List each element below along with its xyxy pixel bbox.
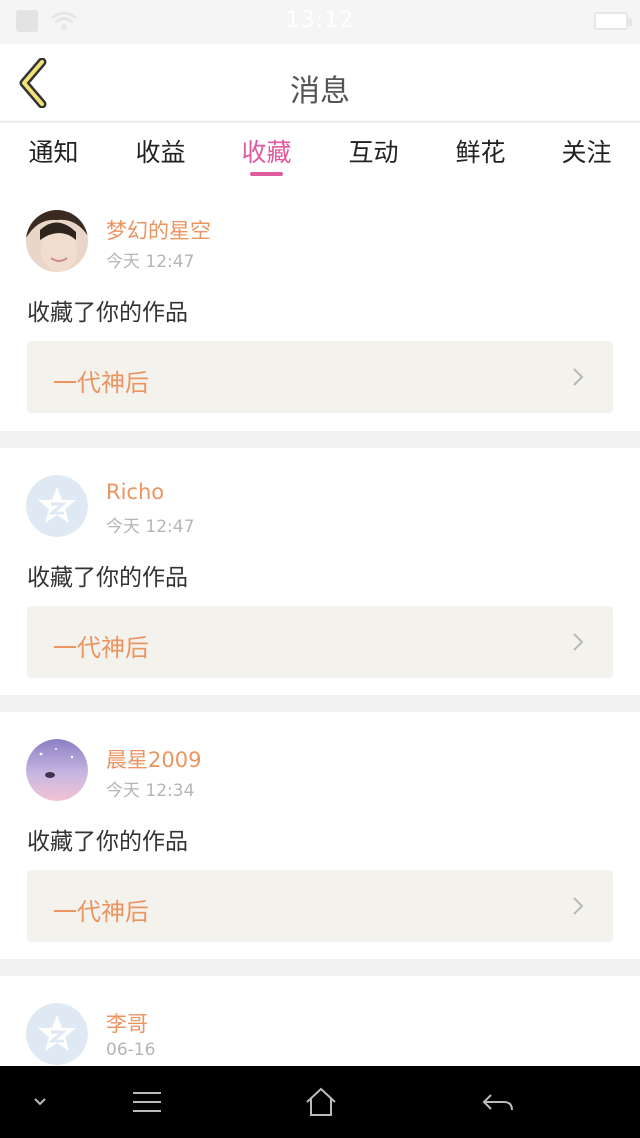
user-name[interactable]: 梦幻的星空	[106, 215, 211, 245]
timestamp: 今天 12:34	[106, 781, 195, 801]
tab-flowers[interactable]: 鲜花	[427, 123, 534, 183]
tab-label: 收藏	[241, 138, 292, 167]
battery-icon	[594, 12, 632, 30]
avatar[interactable]	[26, 475, 88, 537]
timestamp: 06-16	[106, 1040, 156, 1060]
action-text: 收藏了你的作品	[27, 565, 188, 591]
default-avatar-icon	[26, 1003, 88, 1065]
home-icon[interactable]	[301, 1084, 341, 1120]
message-card: 晨星2009 今天 12:34 收藏了你的作品 一代神后	[0, 712, 640, 959]
status-bar: 13:12	[0, 0, 640, 44]
tab-bar: 通知 收益 收藏 互动 鲜花 关注	[0, 123, 640, 183]
tab-label: 鲜花	[455, 138, 506, 167]
timestamp: 今天 12:47	[106, 517, 195, 537]
tab-label: 关注	[561, 138, 612, 167]
system-nav-bar	[0, 1066, 640, 1138]
message-card: Richo 今天 12:47 收藏了你的作品 一代神后	[0, 448, 640, 695]
chevron-down-icon[interactable]	[22, 1084, 62, 1120]
message-card: 梦幻的星空 今天 12:47 收藏了你的作品 一代神后	[0, 183, 640, 431]
work-title: 一代神后	[53, 634, 149, 662]
work-link[interactable]: 一代神后	[27, 870, 613, 942]
tab-earnings[interactable]: 收益	[107, 123, 214, 183]
chevron-right-icon	[573, 897, 584, 915]
message-card: 李哥 06-16	[0, 976, 640, 1076]
page-title: 消息	[290, 74, 350, 109]
chevron-right-icon	[573, 633, 584, 651]
active-tab-indicator	[250, 172, 283, 176]
avatar[interactable]	[26, 739, 88, 801]
avatar[interactable]	[26, 1003, 88, 1065]
work-title: 一代神后	[53, 369, 149, 397]
user-name[interactable]: 李哥	[106, 1008, 148, 1038]
menu-icon[interactable]	[127, 1084, 167, 1120]
tab-follow[interactable]: 关注	[533, 123, 640, 183]
work-link[interactable]: 一代神后	[27, 341, 613, 413]
timestamp: 今天 12:47	[106, 252, 195, 272]
tab-label: 收益	[135, 138, 186, 167]
action-text: 收藏了你的作品	[27, 300, 188, 326]
work-title: 一代神后	[53, 898, 149, 926]
user-name[interactable]: Richo	[106, 480, 164, 504]
avatar[interactable]	[26, 210, 88, 272]
status-time: 13:12	[285, 8, 355, 33]
default-avatar-icon	[26, 475, 88, 537]
chevron-right-icon	[573, 368, 584, 386]
header: 消息	[0, 44, 640, 122]
back-arrow-icon[interactable]	[478, 1084, 518, 1120]
tab-notifications[interactable]: 通知	[0, 123, 107, 183]
work-link[interactable]: 一代神后	[27, 606, 613, 678]
tab-interactions[interactable]: 互动	[320, 123, 427, 183]
tab-label: 互动	[348, 138, 399, 167]
tab-label: 通知	[28, 138, 79, 167]
tab-favorites[interactable]: 收藏	[213, 123, 320, 183]
user-name[interactable]: 晨星2009	[106, 744, 201, 774]
action-text: 收藏了你的作品	[27, 829, 188, 855]
